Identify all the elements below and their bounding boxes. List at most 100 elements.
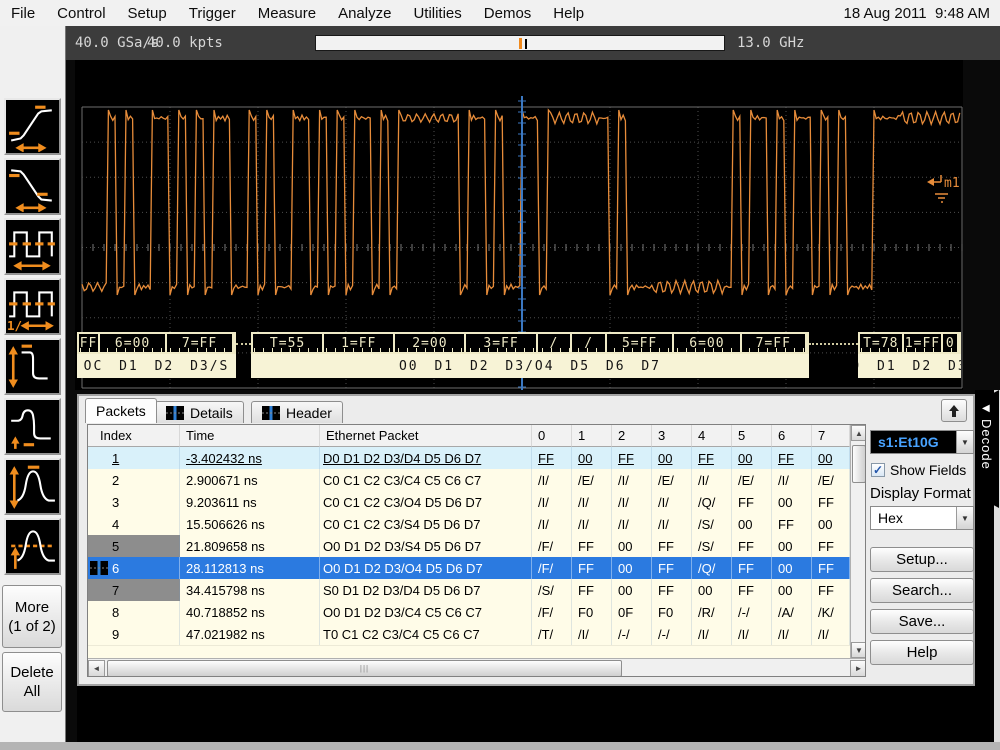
cell-packet: O0 D1 D2 D3/O4 D5 D6 D7	[320, 557, 532, 579]
packets-table-body: IndexTimeEthernet Packet012345671-3.4024…	[88, 425, 865, 654]
packet-row-5[interactable]: 521.809658 nsO0 D1 D2 D3/S4 D5 D6 D7/F/F…	[88, 535, 865, 557]
measure-vamplitude-icon	[7, 462, 57, 512]
waveform-mini-icon	[90, 561, 108, 575]
cell-time: 2.900671 ns	[180, 469, 320, 491]
menu-item-control[interactable]: Control	[46, 5, 116, 22]
cell-packet: C0 C1 C2 C3/S4 D5 D6 D7	[320, 513, 532, 535]
cell-byte-7: FF	[812, 579, 850, 601]
dropdown-arrow-icon[interactable]: ▼	[956, 507, 973, 529]
tab-header[interactable]: Header	[251, 401, 343, 423]
cell-byte-1: /E/	[572, 469, 612, 491]
packet-row-6[interactable]: 628.112813 nsO0 D1 D2 D3/O4 D5 D6 D7/F/F…	[88, 557, 865, 579]
cell-byte-3: FF	[652, 579, 692, 601]
measure-period-button[interactable]	[4, 218, 61, 275]
cell-byte-1: /I/	[572, 623, 612, 645]
packet-row-4[interactable]: 415.506626 nsC0 C1 C2 C3/S4 D5 D6 D7/I//…	[88, 513, 865, 535]
measure-rise-time-button[interactable]	[4, 98, 61, 155]
cell-time: 34.415798 ns	[180, 579, 320, 601]
menu-item-trigger[interactable]: Trigger	[178, 5, 247, 22]
decode-slide-tab[interactable]: ◀ Decode	[975, 390, 999, 508]
cell-byte-0: /F/	[532, 601, 572, 623]
cell-byte-3: FF	[652, 557, 692, 579]
cell-byte-7: 00	[812, 513, 850, 535]
cell-index: 4	[88, 513, 180, 535]
cell-byte-4: 00	[692, 579, 732, 601]
cell-byte-4: /S/	[692, 535, 732, 557]
decode-bus-fields: FF6=007=FF	[77, 332, 236, 354]
cell-byte-2: /-/	[612, 623, 652, 645]
save-button[interactable]: Save...	[870, 609, 974, 634]
measure-vtop-button[interactable]	[4, 338, 61, 395]
more-measurements-button[interactable]: More (1 of 2)	[2, 585, 62, 648]
measure-vamplitude-button[interactable]	[4, 458, 61, 515]
packet-row-8[interactable]: 840.718852 nsO0 D1 D2 D3/C4 C5 C6 C7/F/F…	[88, 601, 865, 623]
search-button[interactable]: Search...	[870, 578, 974, 603]
decode-bus-connector	[809, 343, 858, 345]
cell-byte-2: FF	[612, 447, 652, 469]
vertical-scroll-thumb[interactable]	[852, 445, 866, 483]
measure-vbase-button[interactable]	[4, 398, 61, 455]
cell-byte-2: 00	[612, 579, 652, 601]
menu-item-utilities[interactable]: Utilities	[402, 5, 472, 22]
display-format-select[interactable]: Hex ▼	[870, 506, 974, 530]
measurement-sidebar: 1/ More (1 of 2) Delete All	[0, 26, 66, 742]
trigger-position-marker	[519, 38, 522, 49]
horizontal-scroll-thumb[interactable]: |||	[107, 660, 622, 677]
help-button[interactable]: Help	[870, 640, 974, 665]
tab-details[interactable]: Details	[155, 401, 244, 423]
dropdown-arrow-icon[interactable]: ▼	[956, 431, 973, 453]
delete-all-button[interactable]: Delete All	[2, 652, 62, 712]
tab-packets[interactable]: Packets	[85, 398, 157, 423]
tab-label: Details	[190, 405, 233, 421]
menu-item-setup[interactable]: Setup	[117, 5, 178, 22]
packet-row-1[interactable]: 1-3.402432 nsD0 D1 D2 D3/D4 D5 D6 D7FF00…	[88, 447, 865, 469]
cell-byte-5: FF	[732, 491, 772, 513]
setup-button[interactable]: Setup...	[870, 547, 974, 572]
col-header-7: 7	[812, 425, 850, 447]
table-header-row: IndexTimeEthernet Packet01234567	[88, 425, 865, 447]
scroll-right-button[interactable]: ►	[850, 660, 866, 677]
cell-byte-6: 00	[772, 579, 812, 601]
scroll-down-button[interactable]: ▼	[851, 642, 866, 658]
cell-byte-4: FF	[692, 447, 732, 469]
show-fields-checkbox[interactable]: ✓	[871, 463, 885, 477]
menu-item-measure[interactable]: Measure	[247, 5, 327, 22]
acquisition-position-bar[interactable]	[315, 35, 725, 51]
decode-bus-connector	[236, 343, 251, 345]
collapse-panel-button[interactable]	[941, 399, 967, 422]
cell-byte-0: FF	[532, 447, 572, 469]
packet-row-9[interactable]: 947.021982 nsT0 C1 C2 C3/C4 C5 C6 C7/T//…	[88, 623, 865, 645]
scroll-left-button[interactable]: ◄	[88, 660, 105, 677]
menu-item-demos[interactable]: Demos	[473, 5, 543, 22]
cell-byte-6: /A/	[772, 601, 812, 623]
cell-byte-0: /F/	[532, 557, 572, 579]
cell-byte-2: /I/	[612, 491, 652, 513]
menu-item-help[interactable]: Help	[542, 5, 595, 22]
measure-vaverage-button[interactable]	[4, 518, 61, 575]
measure-fall-time-button[interactable]	[4, 158, 61, 215]
cell-byte-3: /I/	[652, 513, 692, 535]
cell-byte-7: 00	[812, 447, 850, 469]
measure-frequency-button[interactable]: 1/	[4, 278, 61, 335]
vertical-scrollbar[interactable]: ▲ ▼	[850, 425, 866, 658]
scroll-up-button[interactable]: ▲	[851, 425, 866, 441]
cell-byte-7: FF	[812, 535, 850, 557]
display-format-label: Display Format	[870, 485, 971, 502]
cell-time: 15.506626 ns	[180, 513, 320, 535]
cell-byte-3: FF	[652, 535, 692, 557]
packets-table: IndexTimeEthernet Packet012345671-3.4024…	[87, 424, 866, 677]
cell-index: 9	[88, 623, 180, 645]
menu-item-analyze[interactable]: Analyze	[327, 5, 402, 22]
cell-byte-5: /I/	[732, 623, 772, 645]
delete-button-label2: All	[24, 682, 41, 701]
menu-item-file[interactable]: File	[0, 5, 46, 22]
packet-row-7[interactable]: 734.415798 nsS0 D1 D2 D3/D4 D5 D6 D7/S/F…	[88, 579, 865, 601]
packet-row-3[interactable]: 39.203611 nsC0 C1 C2 C3/O4 D5 D6 D7/I//I…	[88, 491, 865, 513]
cell-byte-5: 00	[732, 513, 772, 535]
cell-byte-3: /I/	[652, 491, 692, 513]
more-button-page: (1 of 2)	[8, 617, 56, 636]
packet-row-2[interactable]: 22.900671 nsC0 C1 C2 C3/C4 C5 C6 C7/I//E…	[88, 469, 865, 491]
horizontal-scrollbar[interactable]: ◄ ||| ►	[88, 658, 866, 677]
decode-bus-2: T=551=FF2=003=FF//5=FF6=007=FFO0 D1 D2 D…	[251, 332, 809, 378]
decode-source-select[interactable]: s1:Et10G ▼	[870, 430, 974, 454]
